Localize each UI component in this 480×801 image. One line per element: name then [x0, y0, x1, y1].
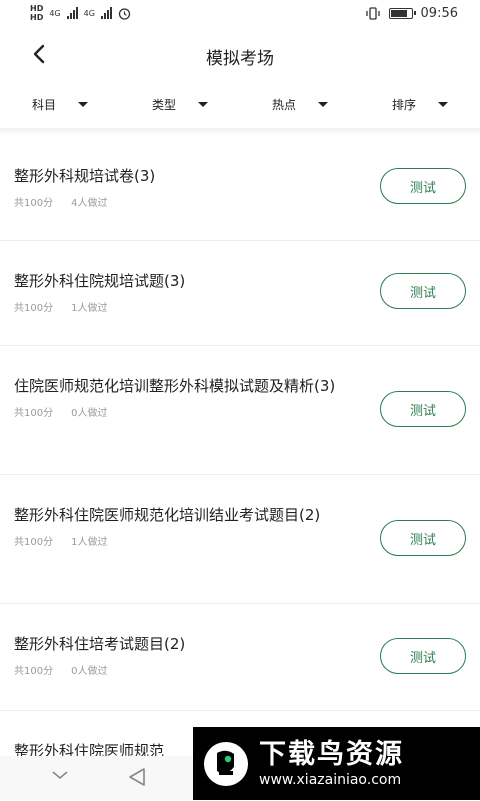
filter-label: 热点: [271, 97, 296, 112]
bird-logo-icon: [204, 741, 248, 786]
watermark-banner: 下载鸟资源 www.xiazainiao.com: [193, 727, 480, 800]
signal-icon: [66, 7, 78, 19]
exam-list: 整形外科规培试卷(3) 共100分 4人做过 测试 整形外科住院规培试题(3) 共…: [0, 136, 480, 801]
caret-down-icon: [318, 101, 328, 107]
exam-score: 共100分: [14, 198, 54, 209]
test-button[interactable]: 测试: [380, 273, 466, 309]
hd-icon: HD HD: [30, 4, 43, 22]
hd-label-1: HD: [30, 4, 44, 13]
hd-label-2: HD: [30, 13, 44, 22]
sim1-label: 4G: [49, 8, 61, 18]
filter-label: 类型: [151, 97, 176, 112]
page-title: 模拟考场: [206, 49, 274, 69]
exam-title: 整形外科住院医师规范化培训结业考试题目(2): [14, 506, 321, 524]
exam-score: 共100分: [14, 537, 54, 548]
signal-icon: [100, 7, 112, 19]
exam-title: 整形外科住院规培试题(3): [14, 272, 186, 290]
test-button[interactable]: 测试: [380, 638, 466, 674]
watermark-name: 下载鸟资源: [259, 738, 404, 770]
filter-type[interactable]: 类型: [120, 84, 240, 124]
exam-score: 共100分: [14, 408, 54, 419]
header: 模拟考场: [0, 30, 480, 80]
caret-down-icon: [438, 101, 448, 107]
vibrate-icon: [365, 7, 380, 20]
alarm-icon: [118, 7, 131, 20]
exam-item[interactable]: 整形外科住院医师规范化培训结业考试题目(2) 共100分 1人做过 测试: [0, 475, 480, 604]
exam-title: 整形外科规培试卷(3): [14, 167, 156, 185]
test-button[interactable]: 测试: [380, 520, 466, 556]
status-bar: HD HD 4G 4G 09:56: [0, 0, 480, 30]
filter-bar: 科目 类型 热点 排序: [0, 84, 480, 124]
exam-title: 住院医师规范化培训整形外科模拟试题及精析(3): [14, 377, 336, 395]
filter-sort[interactable]: 排序: [360, 84, 480, 124]
caret-down-icon: [198, 101, 208, 107]
exam-score: 共100分: [14, 303, 54, 314]
battery-level: [390, 10, 407, 17]
exam-done-count: 0人做过: [71, 666, 108, 677]
filter-divider: [0, 128, 480, 136]
caret-down-icon: [78, 101, 88, 107]
status-left: HD HD 4G 4G: [30, 4, 131, 22]
clock: 09:56: [420, 6, 458, 21]
status-right: 09:56: [365, 6, 458, 21]
exam-done-count: 4人做过: [71, 198, 108, 209]
exam-item[interactable]: 整形外科住院规培试题(3) 共100分 1人做过 测试: [0, 241, 480, 346]
sim2-label: 4G: [83, 8, 95, 18]
nav-back-icon[interactable]: [126, 766, 148, 788]
exam-done-count: 1人做过: [71, 537, 108, 548]
exam-score: 共100分: [14, 666, 54, 677]
test-button[interactable]: 测试: [380, 168, 466, 204]
exam-item[interactable]: 整形外科规培试卷(3) 共100分 4人做过 测试: [0, 136, 480, 241]
filter-label: 科目: [31, 97, 56, 112]
filter-hot[interactable]: 热点: [240, 84, 360, 124]
exam-title: 整形外科住培考试题目(2): [14, 635, 186, 653]
test-button[interactable]: 测试: [380, 391, 466, 427]
filter-subject[interactable]: 科目: [0, 84, 120, 124]
exam-item[interactable]: 整形外科住培考试题目(2) 共100分 0人做过 测试: [0, 604, 480, 711]
battery-icon: [388, 8, 416, 19]
watermark-url: www.xiazainiao.com: [259, 771, 402, 788]
exam-done-count: 1人做过: [71, 303, 108, 314]
nav-hide-icon[interactable]: [50, 768, 70, 782]
watermark-text: 下载鸟资源 www.xiazainiao.com: [259, 739, 404, 789]
exam-done-count: 0人做过: [71, 408, 108, 419]
filter-label: 排序: [391, 97, 416, 112]
exam-item[interactable]: 住院医师规范化培训整形外科模拟试题及精析(3) 共100分 0人做过 测试: [0, 346, 480, 475]
